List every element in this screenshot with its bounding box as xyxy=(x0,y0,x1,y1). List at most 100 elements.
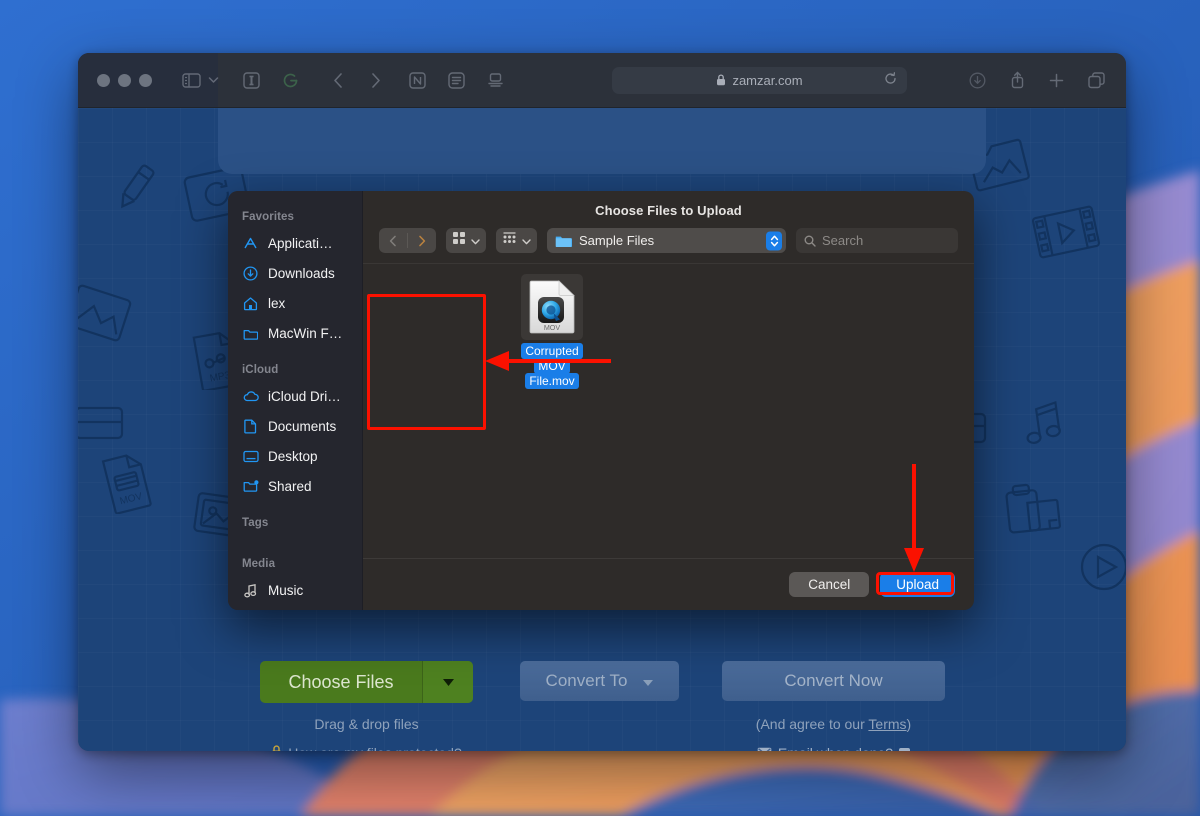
new-tab-icon[interactable] xyxy=(1049,73,1064,88)
sidebar-item-label: Shared xyxy=(268,478,312,494)
downloads-icon[interactable] xyxy=(969,72,986,89)
dialog-title: Choose Files to Upload xyxy=(595,203,742,218)
sidebar-item-documents[interactable]: Documents xyxy=(228,411,362,441)
sidebar-item-desktop[interactable]: Desktop xyxy=(228,441,362,471)
close-window-button[interactable] xyxy=(97,73,110,87)
back-button[interactable] xyxy=(379,228,407,253)
zoom-window-button[interactable] xyxy=(139,73,152,87)
play-circle-icon xyxy=(1080,543,1126,591)
sidebar-item-downloads[interactable]: Downloads xyxy=(228,258,362,288)
tab-group-icon[interactable] xyxy=(1088,71,1105,89)
copy-files-icon xyxy=(1005,483,1061,534)
convert-now-label: Convert Now xyxy=(784,671,883,690)
sidebar-item-label: Applicati… xyxy=(268,235,333,251)
cloud-icon xyxy=(242,388,259,405)
caret-down-icon[interactable] xyxy=(422,661,473,703)
annotation-rectangle-selected-file xyxy=(367,294,486,430)
mov-file-icon: MOV xyxy=(101,454,152,514)
annotation-arrow-down xyxy=(904,464,924,572)
traffic-lights[interactable] xyxy=(97,73,152,87)
reload-icon[interactable] xyxy=(884,72,897,88)
search-icon xyxy=(804,235,816,247)
annotation-rectangle-upload-button xyxy=(876,572,954,595)
dialog-toolbar: Sample Files Search xyxy=(363,218,974,253)
choose-files-label: Choose Files xyxy=(288,671,394,692)
grammarly-icon[interactable] xyxy=(282,72,299,89)
applications-icon xyxy=(242,235,259,252)
sidebar-item-shared[interactable]: Shared xyxy=(228,471,362,501)
cancel-button[interactable]: Cancel xyxy=(789,572,870,597)
choose-files-to-upload-dialog: Favorites Applicati… Downloads lex MacWi… xyxy=(228,191,974,610)
email-when-done-row: Email when done? xyxy=(722,745,945,751)
convert-to-label: Convert To xyxy=(545,671,628,690)
todoist-icon[interactable] xyxy=(448,71,465,89)
sidebar-section-header-tags: Tags xyxy=(242,517,269,529)
diamond-icon xyxy=(78,284,132,342)
envelope-icon xyxy=(757,745,772,751)
terms-link[interactable]: Terms xyxy=(868,716,906,732)
desktop-icon xyxy=(242,448,259,465)
email-when-done-checkbox[interactable] xyxy=(899,747,911,751)
convert-now-button[interactable]: Convert Now xyxy=(722,661,945,701)
choose-files-button[interactable]: Choose Files xyxy=(260,661,473,703)
icon-view-button[interactable] xyxy=(446,228,486,253)
sidebar-item-home[interactable]: lex xyxy=(228,288,362,318)
sidebar-item-photos[interactable]: Photos xyxy=(228,605,362,610)
page-top-strip xyxy=(218,108,986,174)
file-thumbnail[interactable]: MOV xyxy=(521,274,583,340)
sidebar-section-header-media: Media xyxy=(242,558,276,570)
minimize-window-button[interactable] xyxy=(118,73,131,87)
terms-row: (And agree to our Terms) xyxy=(722,716,945,732)
group-view-button[interactable] xyxy=(496,228,537,253)
music-note-icon xyxy=(1026,401,1061,444)
folder-icon xyxy=(242,325,259,342)
caret-down-icon xyxy=(643,671,654,691)
share-icon[interactable] xyxy=(1010,71,1025,89)
sidebar-item-music[interactable]: Music xyxy=(228,575,362,605)
downloads-stack-icon[interactable] xyxy=(487,72,504,88)
terms-prefix: (And agree to our xyxy=(755,716,869,732)
forward-icon[interactable] xyxy=(370,72,381,89)
folder-icon xyxy=(555,234,572,248)
music-note-icon xyxy=(242,582,259,599)
address-bar-url: zamzar.com xyxy=(732,72,803,88)
terms-suffix: ) xyxy=(906,716,912,732)
lock-icon xyxy=(716,74,726,86)
sidebar-item-label: MacWin F… xyxy=(268,325,343,341)
chevron-down-icon[interactable] xyxy=(522,232,531,250)
browser-toolbar: zamzar.com xyxy=(78,53,1126,108)
files-protected-row: How are my files protected? xyxy=(260,745,473,751)
quicktime-mov-file-icon: MOV xyxy=(529,280,575,334)
notion-icon[interactable] xyxy=(409,71,426,89)
lock-icon xyxy=(271,745,282,751)
annotation-arrow-left xyxy=(485,351,611,371)
grid-view-icon xyxy=(452,231,466,250)
sidebar-item-label: lex xyxy=(268,295,286,311)
svg-text:MOV: MOV xyxy=(119,491,144,507)
document-icon xyxy=(242,418,259,435)
search-placeholder: Search xyxy=(822,233,864,248)
sidebar-section-header-favorites: Favorites xyxy=(242,211,295,223)
navigation-segmented-control[interactable] xyxy=(379,228,436,253)
sidebar-item-applications[interactable]: Applicati… xyxy=(228,228,362,258)
sidebar-icon[interactable] xyxy=(182,72,201,88)
shared-folder-icon xyxy=(242,478,259,495)
up-down-stepper-icon[interactable] xyxy=(766,231,782,250)
drawer-icon xyxy=(78,406,124,440)
reader-icon[interactable] xyxy=(243,71,260,89)
chevron-down-icon[interactable] xyxy=(208,76,219,84)
conversion-controls: Choose Files Convert To Convert Now Drag… xyxy=(78,661,1126,751)
location-popup-button[interactable]: Sample Files xyxy=(547,228,786,253)
home-icon xyxy=(242,295,259,312)
back-icon[interactable] xyxy=(333,72,344,89)
chevron-down-icon[interactable] xyxy=(471,232,480,250)
downloads-arrow-icon xyxy=(242,265,259,282)
dialog-sidebar: Favorites Applicati… Downloads lex MacWi… xyxy=(228,191,363,610)
search-field[interactable]: Search xyxy=(796,228,958,253)
address-bar[interactable]: zamzar.com xyxy=(612,66,907,94)
sidebar-item-icloud-drive[interactable]: iCloud Dri… xyxy=(228,381,362,411)
files-protected-link[interactable]: How are my files protected? xyxy=(288,745,462,751)
sidebar-item-macwin-folder[interactable]: MacWin F… xyxy=(228,318,362,348)
convert-to-dropdown[interactable]: Convert To xyxy=(520,661,679,701)
forward-button[interactable] xyxy=(408,228,436,253)
